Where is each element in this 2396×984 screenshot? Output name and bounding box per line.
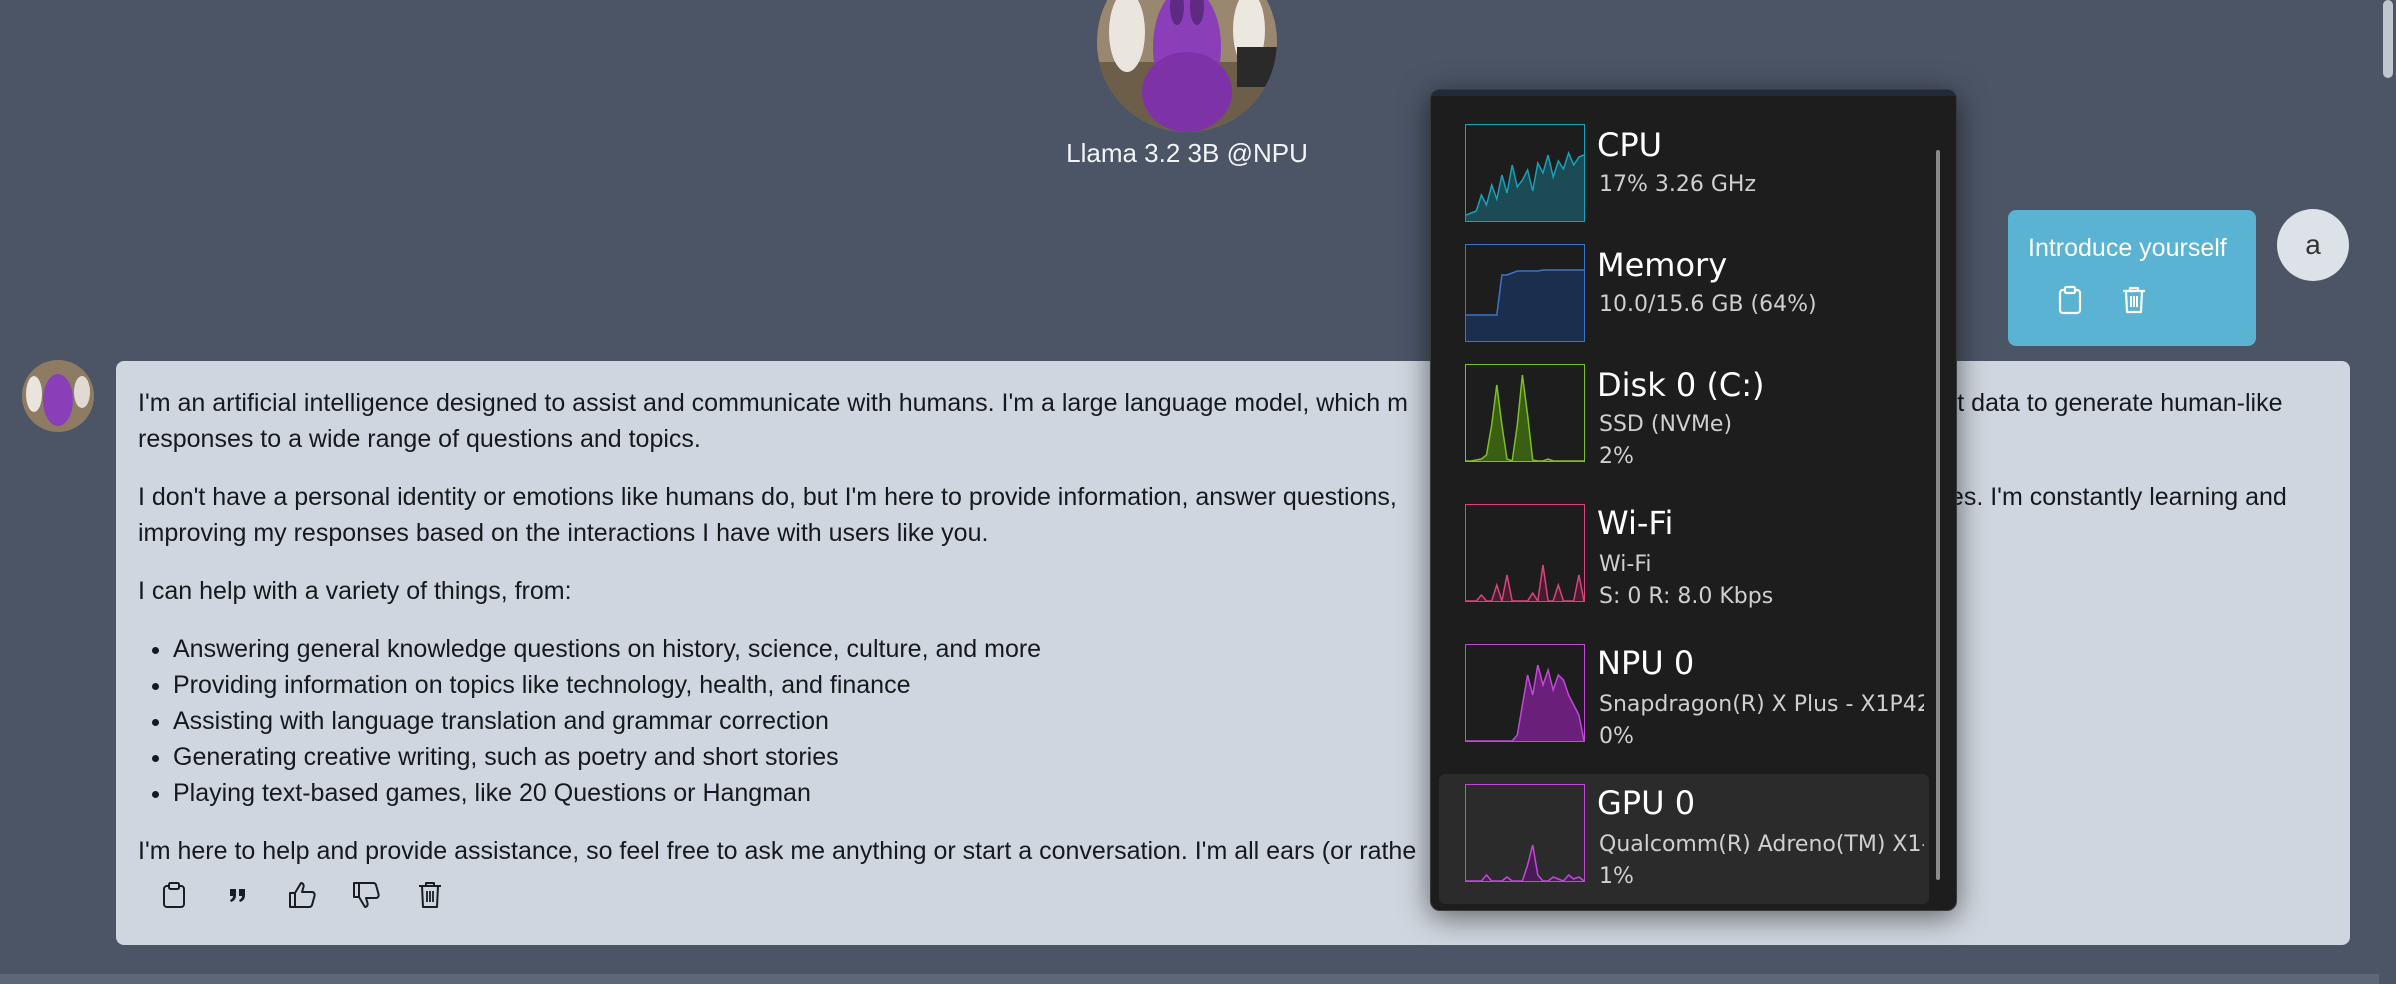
thumbs-up-button[interactable] <box>280 873 324 917</box>
llama-image <box>1097 0 1277 132</box>
paragraph: I'm an artificial intelligence designed … <box>138 385 2328 457</box>
thumbs-down-button[interactable] <box>344 873 388 917</box>
page-scrollbar[interactable] <box>2379 0 2396 984</box>
paragraph-text: I'm an artificial intelligence designed … <box>138 389 1408 417</box>
usage-sparkline <box>1466 150 1584 221</box>
perf-detail: 17% 3.26 GHz <box>1599 172 1757 197</box>
perf-detail: 10.0/15.6 GB (64%) <box>1599 292 1817 317</box>
cpu-graph <box>1465 124 1585 222</box>
usage-area <box>1466 153 1584 221</box>
perf-item-gpu[interactable]: GPU 0 Qualcomm(R) Adreno(TM) X1-45 GPU 1… <box>1439 774 1929 904</box>
flyout-scrollbar[interactable] <box>1936 150 1940 880</box>
assistant-message-text: I'm an artificial intelligence designed … <box>138 385 2328 891</box>
usage-line <box>1466 564 1584 601</box>
quote-icon <box>230 889 245 902</box>
perf-detail: Snapdragon(R) X Plus - X1P42100 - Qualco… <box>1599 692 1924 717</box>
usage-sparkline <box>1466 374 1584 461</box>
thumbs-up-icon <box>289 882 316 908</box>
input-area-edge <box>0 974 2396 984</box>
usage-sparkline <box>1466 844 1584 881</box>
usage-area <box>1466 565 1584 601</box>
usage-area <box>1466 270 1584 341</box>
memory-graph <box>1465 244 1585 342</box>
paragraph: I don't have a personal identity or emot… <box>138 479 2328 551</box>
flyout-header-strip <box>1431 90 1956 96</box>
user-message-bubble: Introduce yourself <box>2008 210 2256 346</box>
trash-icon <box>419 882 441 908</box>
clipboard-icon <box>163 882 185 908</box>
perf-detail: 1% <box>1599 864 1634 889</box>
perf-title: CPU <box>1597 126 1663 164</box>
npu-graph <box>1465 644 1585 742</box>
usage-sparkline <box>1466 564 1584 601</box>
perf-item-cpu[interactable]: CPU 17% 3.26 GHz <box>1439 120 1929 228</box>
usage-sparkline <box>1466 664 1584 741</box>
model-avatar-large <box>1097 0 1277 132</box>
paragraph: I'm here to help and provide assistance,… <box>138 837 1417 865</box>
perf-item-wifi[interactable]: Wi-Fi Wi-Fi S: 0 R: 8.0 Kbps <box>1439 500 1929 622</box>
perf-detail: Wi-Fi <box>1599 552 1652 577</box>
list-item: Generating creative writing, such as poe… <box>173 739 2328 775</box>
perf-detail: 0% <box>1599 724 1634 749</box>
usage-area <box>1466 665 1584 741</box>
thumbs-down-icon <box>353 882 380 908</box>
list-item: Playing text-based games, like 20 Questi… <box>173 775 2328 811</box>
perf-title: Memory <box>1597 246 1728 284</box>
perf-detail: SSD (NVMe) <box>1599 412 1733 437</box>
perf-item-npu[interactable]: NPU 0 Snapdragon(R) X Plus - X1P42100 - … <box>1439 640 1929 762</box>
perf-item-memory[interactable]: Memory 10.0/15.6 GB (64%) <box>1439 240 1929 348</box>
delete-button[interactable] <box>2112 278 2156 322</box>
perf-detail: 2% <box>1599 444 1634 469</box>
delete-button[interactable] <box>408 873 452 917</box>
copy-button[interactable] <box>152 873 196 917</box>
perf-title: GPU 0 <box>1597 784 1696 822</box>
paragraph-text: I don't have a personal identity or emot… <box>138 483 1397 511</box>
copy-button[interactable] <box>2048 278 2092 322</box>
wifi-graph <box>1465 504 1585 602</box>
user-avatar: a <box>2277 209 2349 281</box>
gpu-graph <box>1465 784 1585 882</box>
perf-item-disk[interactable]: Disk 0 (C:) SSD (NVMe) 2% <box>1439 360 1929 482</box>
perf-title: Disk 0 (C:) <box>1597 366 1765 404</box>
model-name: Llama 3.2 3B @NPU <box>1066 138 1308 168</box>
page-scrollbar-thumb[interactable] <box>2383 0 2393 78</box>
assistant-message-bubble: I'm an artificial intelligence designed … <box>116 361 2350 945</box>
llama-image <box>22 360 94 432</box>
quote-button[interactable] <box>216 873 260 917</box>
list-item: Providing information on topics like tec… <box>173 667 2328 703</box>
usage-area <box>1466 845 1584 881</box>
paragraph: I can help with a variety of things, fro… <box>138 577 572 605</box>
disk-graph <box>1465 364 1585 462</box>
user-message-text: Introduce yourself <box>2028 234 2227 262</box>
perf-detail: S: 0 R: 8.0 Kbps <box>1599 584 1774 609</box>
list-item: Assisting with language translation and … <box>173 703 2328 739</box>
perf-title: NPU 0 <box>1597 644 1695 682</box>
clipboard-icon <box>2058 285 2082 315</box>
perf-detail: Qualcomm(R) Adreno(TM) X1-45 GPU <box>1599 832 1924 857</box>
trash-icon <box>2123 286 2145 314</box>
list-item: Answering general knowledge questions on… <box>173 631 2328 667</box>
model-avatar-small <box>22 360 94 432</box>
performance-flyout: CPU 17% 3.26 GHz Memory 10.0/15.6 GB (64… <box>1430 89 1957 911</box>
capability-list: Answering general knowledge questions on… <box>138 631 2328 811</box>
perf-title: Wi-Fi <box>1597 504 1674 542</box>
usage-area <box>1466 375 1584 461</box>
usage-sparkline <box>1466 269 1584 341</box>
